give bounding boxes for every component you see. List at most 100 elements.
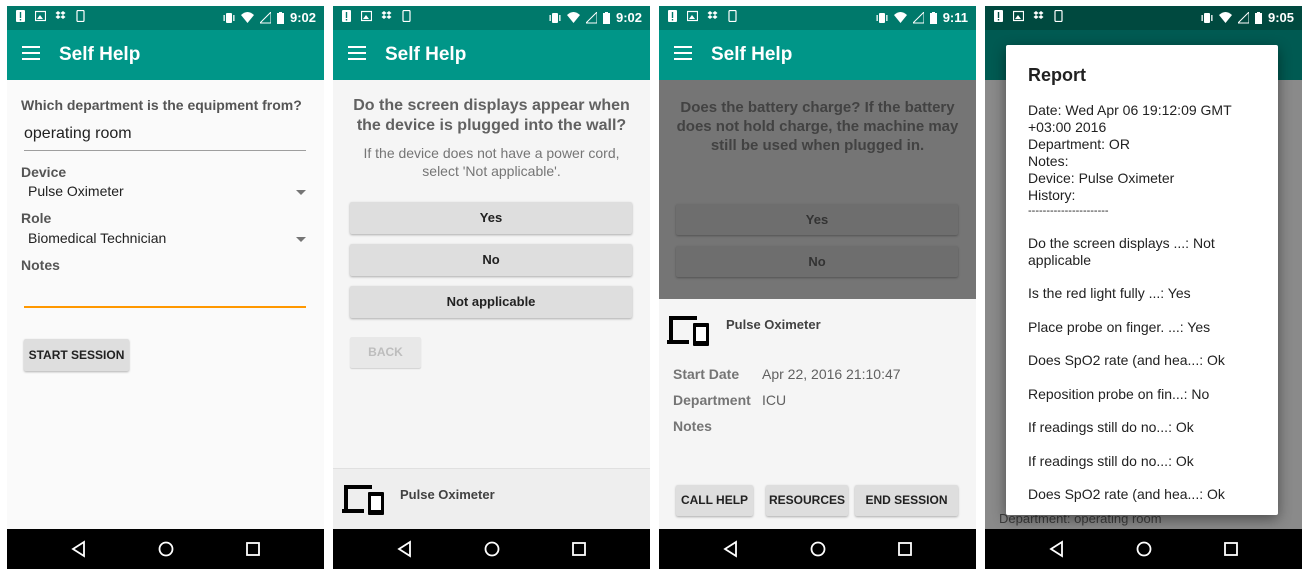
department-label: Department <box>673 392 751 408</box>
device-name: Pulse Oximeter <box>726 317 821 332</box>
answer-yes-button[interactable]: Yes <box>676 204 958 235</box>
battery-icon <box>602 11 610 24</box>
alert-icon <box>342 10 351 22</box>
history-item: Does SpO2 rate (and hea...: Ok <box>1028 352 1225 368</box>
device-spinner[interactable]: Pulse Oximeter <box>28 183 124 199</box>
app-title: Self Help <box>711 44 793 65</box>
dropbox-icon <box>1033 11 1044 19</box>
phone-device-icon <box>402 10 411 22</box>
alert-icon <box>16 10 25 22</box>
answer-no-button[interactable]: No <box>676 246 958 277</box>
question-hint: If the device does not have a power cord… <box>363 145 620 179</box>
phone-device-icon <box>1054 10 1063 22</box>
app-toolbar: Self Help <box>333 30 650 80</box>
recents-nav-icon[interactable] <box>895 539 915 559</box>
status-bar: 9:02 <box>333 6 650 30</box>
history-item: Place probe on finger. ...: Yes <box>1028 318 1211 335</box>
dialog-title: Report <box>1028 65 1086 85</box>
notes-input-focus-underline <box>24 306 306 308</box>
notes-input[interactable] <box>24 287 306 305</box>
battery-icon <box>1254 11 1262 24</box>
system-nav-bar <box>985 529 1302 569</box>
answer-yes-button[interactable]: Yes <box>350 202 632 234</box>
department-input[interactable]: operating room <box>24 125 132 143</box>
device-dropdown-arrow-icon[interactable] <box>296 190 306 195</box>
dropbox-icon <box>55 11 66 19</box>
image-icon <box>361 10 372 22</box>
image-icon <box>35 10 46 22</box>
image-icon <box>1013 10 1024 22</box>
devices-icon <box>667 316 709 346</box>
app-toolbar: Self Help <box>659 30 976 80</box>
history-item: Is the red light fully ...: Yes <box>1028 285 1191 301</box>
status-time: 9:02 <box>615 10 642 25</box>
back-nav-icon[interactable] <box>69 539 89 559</box>
start-date-value: Apr 22, 2016 21:10:47 <box>762 366 901 382</box>
question-panel: Do the screen displays appear when the d… <box>333 80 650 530</box>
history-item: Does SpO2 rate (and hea...: Ok <box>1028 486 1225 502</box>
department-question: Which department is the equipment from? <box>21 97 302 113</box>
call-help-button[interactable]: CALL HELP <box>676 485 753 516</box>
back-nav-icon[interactable] <box>721 539 741 559</box>
status-bar: 9:05 <box>985 6 1302 30</box>
role-spinner[interactable]: Biomedical Technician <box>28 230 166 246</box>
report-separator: ---------------------- <box>1028 205 1109 217</box>
vibrate-icon <box>876 12 888 23</box>
department-input-underline <box>24 150 306 151</box>
wifi-icon <box>566 11 580 23</box>
department-value: ICU <box>762 392 787 408</box>
status-bar: 9:11 <box>659 6 976 30</box>
menu-icon[interactable] <box>348 46 366 60</box>
back-nav-icon[interactable] <box>395 539 415 559</box>
phone-screen-question: 9:02 Self Help Do the screen displays ap… <box>333 6 650 569</box>
resources-button[interactable]: RESOURCES <box>766 485 848 516</box>
phone-screen-start-session: 9:02 Self Help Which department is the e… <box>7 6 324 569</box>
home-nav-icon[interactable] <box>808 539 828 559</box>
system-nav-bar <box>333 529 650 569</box>
phone-screen-session-details: 9:11 Self Help Does the battery charge? … <box>659 6 976 569</box>
answer-no-button[interactable]: No <box>350 244 632 276</box>
menu-icon[interactable] <box>22 46 40 60</box>
wifi-icon <box>240 11 254 23</box>
role-dropdown-arrow-icon[interactable] <box>296 237 306 242</box>
home-nav-icon[interactable] <box>482 539 502 559</box>
app-toolbar: Self Help <box>7 30 324 80</box>
report-history-list: Do the screen displays ...: Not applicab… <box>1028 235 1258 520</box>
system-nav-bar <box>659 529 976 569</box>
history-item: If readings still do no...: Ok <box>1028 452 1194 469</box>
signal-icon <box>585 11 597 23</box>
back-button[interactable]: BACK <box>350 337 421 368</box>
recents-nav-icon[interactable] <box>243 539 263 559</box>
report-date: Date: Wed Apr 06 19:12:09 GMT +03:00 201… <box>1028 102 1232 135</box>
signal-icon <box>1237 11 1249 23</box>
back-nav-icon[interactable] <box>1047 539 1067 559</box>
image-icon <box>687 10 698 22</box>
history-item: Do the screen displays ...: Not applicab… <box>1028 235 1215 268</box>
device-footer: Pulse Oximeter <box>333 468 650 530</box>
app-title: Self Help <box>59 44 141 65</box>
end-session-button[interactable]: END SESSION <box>855 485 958 516</box>
signal-icon <box>912 11 924 23</box>
session-details-panel: Pulse Oximeter Start Date Apr 22, 2016 2… <box>659 299 976 529</box>
menu-icon[interactable] <box>674 46 692 60</box>
recents-nav-icon[interactable] <box>569 539 589 559</box>
devices-icon <box>342 485 384 515</box>
report-department: Department: OR <box>1028 136 1130 152</box>
signal-icon <box>259 11 271 23</box>
wifi-icon <box>893 11 907 23</box>
vibrate-icon <box>223 12 235 23</box>
phone-device-icon <box>728 10 737 22</box>
history-item: Reposition probe on fin...: No <box>1028 385 1210 402</box>
phone-device-icon <box>76 10 85 22</box>
role-label: Role <box>21 210 52 226</box>
home-nav-icon[interactable] <box>1134 539 1154 559</box>
answer-not-applicable-button[interactable]: Not applicable <box>350 286 632 318</box>
dropbox-icon <box>707 11 718 19</box>
status-bar: 9:02 <box>7 6 324 30</box>
device-name: Pulse Oximeter <box>400 487 495 502</box>
start-session-button[interactable]: START SESSION <box>24 339 129 371</box>
app-title: Self Help <box>385 44 467 65</box>
recents-nav-icon[interactable] <box>1221 539 1241 559</box>
home-nav-icon[interactable] <box>156 539 176 559</box>
report-notes: Notes: <box>1028 153 1069 169</box>
